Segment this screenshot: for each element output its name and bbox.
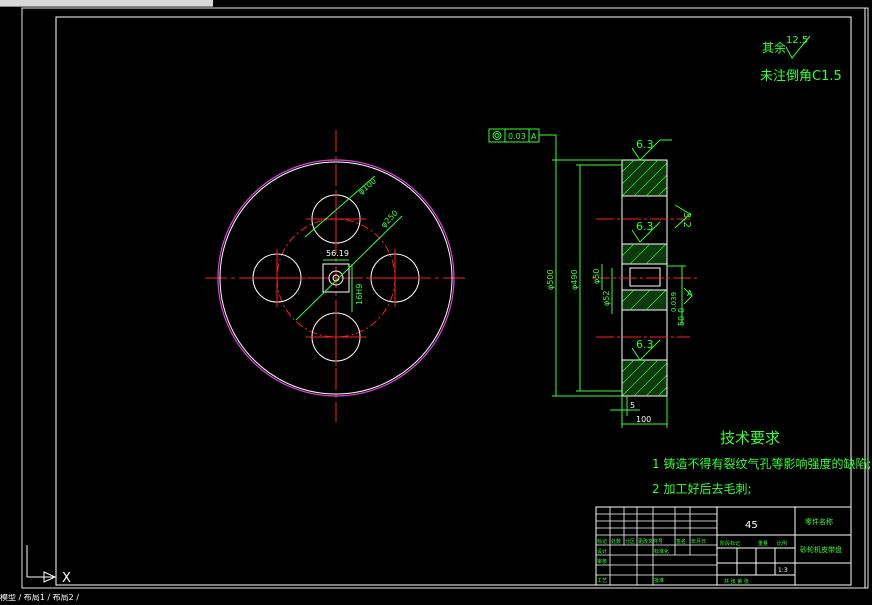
concentricity-symbol [492,131,502,140]
tolerance-leader [539,134,557,160]
sheet-border-outer [21,7,869,589]
roughness-low: 6.3 [636,338,654,351]
dim-key-size: 50-0 [677,308,686,326]
roughness-value-general: 12.5 [786,35,808,46]
tb-reviewer: 审核 [597,558,607,565]
tech-req-item1: 1 铸造不得有裂纹气孔等影响强度的缺陷; [652,456,872,471]
tech-req-item2: 2 加工好后去毛刺; [652,482,752,496]
section-web-lower [621,289,668,311]
tb-row-label-1: 标记 [597,538,607,545]
dim-outer-dia: φ500 [546,269,555,290]
tb-row-label-4: 更改文件号 [638,538,663,545]
dim-small-width: 5 [630,401,635,410]
tb-part-name: 砂轮机皮带盘 [800,545,842,554]
section-web-upper [621,243,668,265]
toolbar-strip[interactable] [0,0,213,7]
tb-scale: 1:3 [778,567,788,574]
tb-material: 45 [745,520,758,531]
drawing-svg: 其余 12.5 未注倒角C1.5 φ100 φ250 56.19 16H9 0.… [21,7,872,589]
tb-ratio: 比例 [777,540,787,547]
tb-approve: 批准 [654,577,664,584]
tb-row-label-3: 分区 [625,538,635,545]
tech-req-title: 技术要求 [720,429,780,447]
tb-row-label-6: 年月日 [691,538,706,545]
concentricity-symbol-inner [494,133,500,138]
dim-keyway-width: 56.19 [326,249,349,258]
tb-row-label-5: 签名 [676,538,686,545]
tolerance-value: 0.03 [508,132,526,141]
chamfer-note: 未注倒角C1.5 [760,69,842,84]
tolerance-datum: A [531,132,537,141]
tb-stage-mark: 阶段标记 [720,540,740,547]
dim-inner-dia: φ490 [570,269,579,290]
tb-designer: 设计 [597,548,607,555]
dim-hub-dia: φ50 [592,269,601,284]
dim-bore: 16H9 [355,284,364,305]
tb-standardize: 标准化 [654,548,669,555]
dim-shaft-dia: φ52 [602,291,611,306]
roughness-top: 6.3 [636,138,654,151]
tb-sheets: 共 张 第 张 [724,578,749,585]
layout-tabs[interactable]: 模型 / 布局1 / 布局2 / [0,594,240,601]
drawing-frame [55,16,852,586]
surface-roughness-rest: 其余 [762,40,786,55]
tb-weight: 重量 [758,540,768,547]
tb-process: 工艺 [597,578,607,584]
section-keyway [629,267,661,287]
dim-datum-label: A [687,289,693,298]
tb-row-label-2: 处数 [611,538,621,545]
dim-total-width: 100 [636,415,651,424]
cad-drawing-canvas[interactable]: 其余 12.5 未注倒角C1.5 φ100 φ250 56.19 16H9 0.… [0,0,872,601]
roughness-mid: 6.3 [636,220,654,233]
dim-pitch-circle: φ250 [379,209,400,230]
roughness-side: 3.2 [681,212,692,228]
title-block-left-grid [596,507,717,585]
tb-company: 零件名称 [805,517,833,526]
ucs-x-label: X [62,571,71,586]
dim-hole-dia: φ100 [357,176,379,196]
